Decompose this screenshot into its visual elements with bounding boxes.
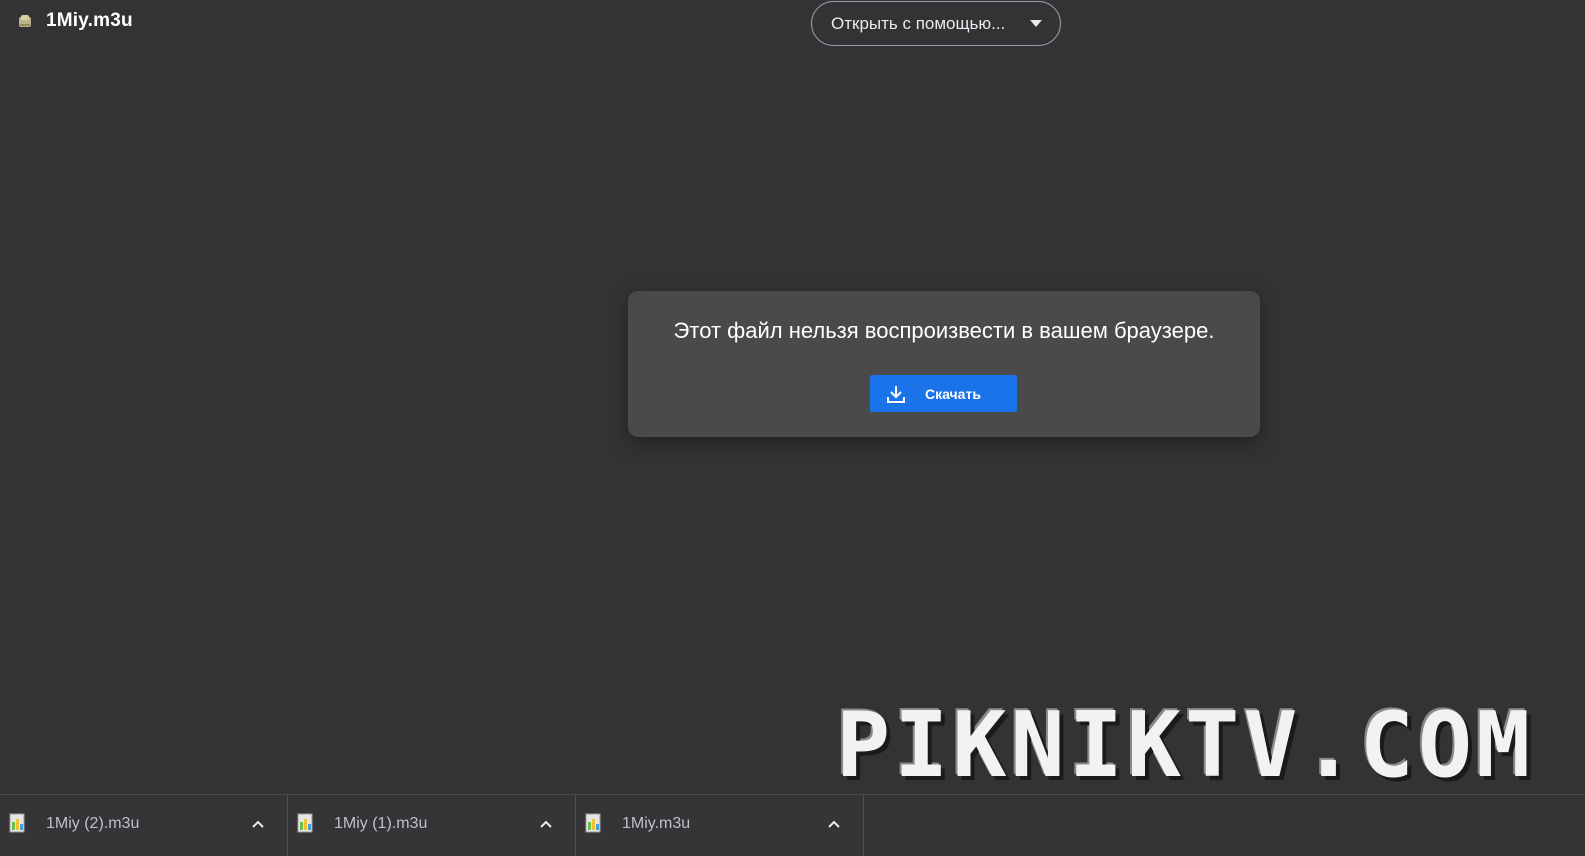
drive-file-viewer: 1Miy.m3u Открыть с помощью... Этот файл … — [0, 0, 1585, 856]
file-title: 1Miy.m3u — [16, 10, 133, 32]
watermark-logo: PIKNIKTV.COM — [836, 693, 1535, 798]
unsupported-file-dialog: Этот файл нельзя воспроизвести в вашем б… — [628, 291, 1260, 437]
playlist-file-icon — [297, 813, 317, 835]
playlist-file-icon — [9, 813, 29, 835]
open-with-button[interactable]: Открыть с помощью... — [811, 1, 1061, 46]
open-with-label: Открыть с помощью... — [831, 13, 1006, 33]
download-item-name: 1Miy (2).m3u — [46, 815, 140, 832]
download-item-2[interactable]: 1Miy (1).m3u — [288, 795, 576, 856]
chevron-up-icon[interactable] — [827, 817, 841, 831]
caret-down-icon — [1030, 20, 1042, 27]
viewer-top-bar: 1Miy.m3u Открыть с помощью... — [0, 0, 1585, 48]
download-icon — [886, 384, 906, 404]
download-item-1[interactable]: 1Miy (2).m3u — [0, 795, 288, 856]
download-label: Скачать — [925, 385, 981, 402]
download-item-3[interactable]: 1Miy.m3u — [576, 795, 864, 856]
download-shelf: 1Miy (2).m3u 1Miy (1).m3u 1Miy.m3u — [0, 794, 1585, 856]
file-name: 1Miy.m3u — [46, 10, 133, 31]
audio-file-icon — [16, 12, 34, 30]
download-item-name: 1Miy.m3u — [622, 815, 691, 832]
download-button[interactable]: Скачать — [870, 375, 1017, 412]
chevron-up-icon[interactable] — [251, 817, 265, 831]
playlist-file-icon — [585, 813, 605, 835]
unsupported-message: Этот файл нельзя воспроизвести в вашем б… — [673, 318, 1215, 343]
chevron-up-icon[interactable] — [539, 817, 553, 831]
download-item-name: 1Miy (1).m3u — [334, 815, 428, 832]
